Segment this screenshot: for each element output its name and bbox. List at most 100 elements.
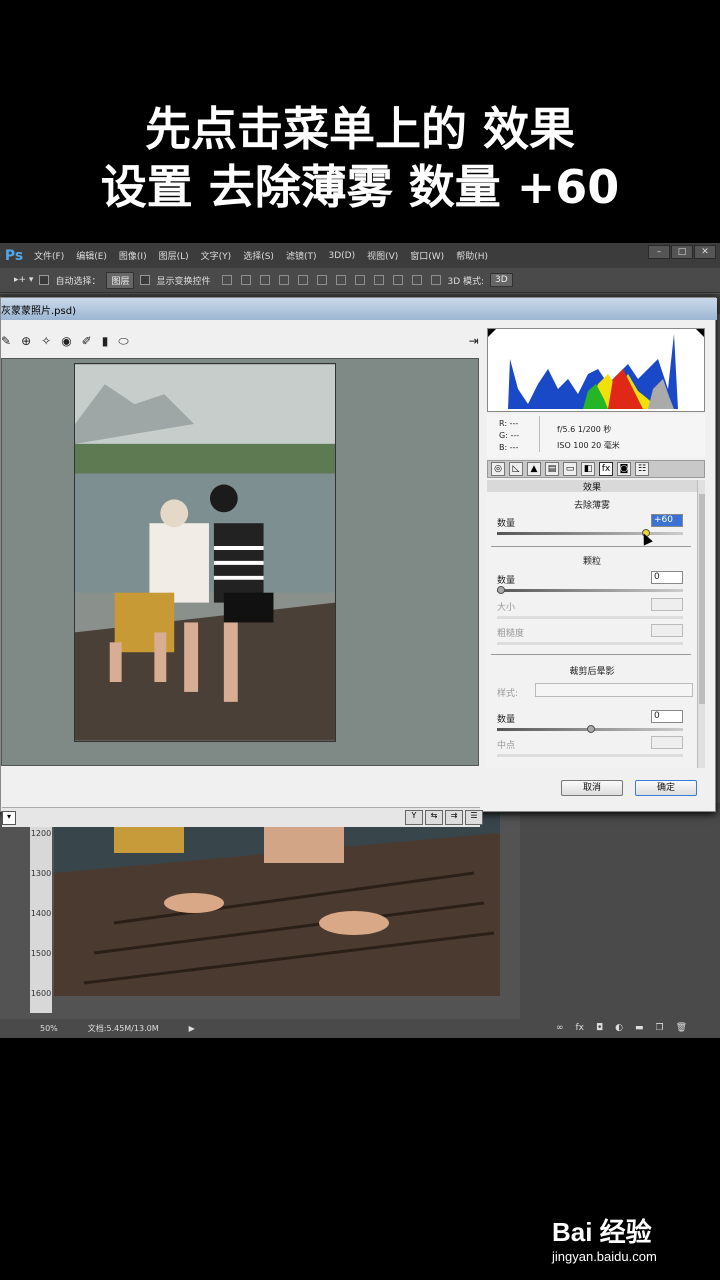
trash-icon[interactable]: 🗑: [676, 1023, 687, 1033]
vignette-slider-thumb[interactable]: [587, 725, 595, 733]
cancel-button[interactable]: 取消: [561, 780, 623, 796]
dehaze-title: 去除薄雾: [573, 501, 610, 511]
vignette-amount-input[interactable]: 0: [651, 710, 683, 723]
vignette-style-select[interactable]: [535, 683, 693, 697]
menu-help[interactable]: 帮助(H): [450, 249, 494, 262]
graduated-filter-icon[interactable]: ▮: [102, 334, 109, 348]
spot-removal-icon[interactable]: ✧: [41, 334, 51, 348]
align-middle-icon[interactable]: [241, 275, 252, 285]
toggle-view-icon[interactable]: ☰: [465, 810, 483, 825]
menu-edit[interactable]: 编辑(E): [70, 249, 113, 262]
detail-tab-icon[interactable]: ▲: [527, 462, 541, 476]
auto-select-checkbox[interactable]: [39, 275, 50, 285]
before-after-icon[interactable]: Y: [405, 810, 423, 825]
color-sampler-icon[interactable]: ✎: [1, 334, 11, 348]
link-icon[interactable]: ∞: [556, 1023, 564, 1033]
distribute-middle-icon[interactable]: [355, 275, 366, 285]
split-tone-tab-icon[interactable]: ▭: [563, 462, 577, 476]
vignette-mid-input: [651, 736, 683, 749]
zoom-select[interactable]: ▾: [2, 811, 16, 825]
zoom-level[interactable]: 50%: [40, 1024, 58, 1033]
info-divider: [539, 416, 540, 452]
menu-view[interactable]: 视图(V): [361, 249, 404, 262]
basic-tab-icon[interactable]: ◎: [491, 462, 505, 476]
menu-file[interactable]: 文件(F): [28, 249, 70, 262]
distribute-top-icon[interactable]: [336, 275, 347, 285]
camera-calibration-icon[interactable]: ◙: [617, 462, 631, 476]
swap-icon[interactable]: ⇆: [425, 810, 443, 825]
brush-icon[interactable]: ✐: [82, 334, 92, 348]
close-button[interactable]: ✕: [694, 245, 716, 259]
presets-tab-icon[interactable]: ☷: [635, 462, 649, 476]
menu-type[interactable]: 文字(Y): [195, 249, 238, 262]
ruler-label: 1400: [30, 908, 52, 918]
target-adjust-icon[interactable]: ⊕: [21, 334, 31, 348]
mode-3d-select[interactable]: 3D: [490, 273, 513, 287]
align-top-icon[interactable]: [222, 275, 233, 285]
vignette-style-label: 样式:: [497, 689, 519, 699]
dehaze-amount-label: 数量: [497, 519, 516, 529]
menu-image[interactable]: 图像(I): [113, 249, 153, 262]
radial-filter-icon[interactable]: ⬭: [118, 334, 128, 349]
menu-layer[interactable]: 图层(L): [153, 249, 195, 262]
grain-rough-input: [651, 624, 683, 637]
camera-info: R: --- G: --- B: --- f/5.6 1/200 秒 ISO 1…: [487, 414, 705, 458]
vignette-mid-slider: [497, 754, 683, 757]
fx-icon[interactable]: fx: [576, 1023, 585, 1033]
grain-amount-slider[interactable]: [497, 589, 683, 592]
menu-select[interactable]: 选择(S): [237, 249, 280, 262]
adjust-panel: R: --- G: --- B: --- f/5.6 1/200 秒 ISO 1…: [487, 328, 705, 768]
rgb-g: G: ---: [499, 431, 520, 440]
grain-size-label: 大小: [497, 603, 516, 613]
folder-icon[interactable]: ▬: [635, 1023, 644, 1033]
document-canvas[interactable]: [54, 813, 500, 996]
menu-filter[interactable]: 滤镜(T): [280, 249, 323, 262]
panel-scrollbar[interactable]: [697, 480, 705, 768]
align-center-icon[interactable]: [298, 275, 309, 285]
photoshop-window: Ps 文件(F) 编辑(E) 图像(I) 图层(L) 文字(Y) 选择(S) 滤…: [0, 243, 720, 1038]
doc-size: 文档:5.45M/13.0M: [87, 1024, 159, 1033]
menu-window[interactable]: 窗口(W): [404, 249, 450, 262]
dialog-title: 灰蒙蒙照片.psd): [1, 306, 76, 317]
open-preferences-icon[interactable]: ⇥: [469, 334, 479, 348]
vignette-amount-label: 数量: [497, 715, 516, 725]
layer-select[interactable]: 图层: [106, 271, 135, 289]
dialog-title-bar: 灰蒙蒙照片.psd): [1, 298, 717, 320]
distribute-bottom-icon[interactable]: [374, 275, 385, 285]
lens-tab-icon[interactable]: ◧: [581, 462, 595, 476]
red-eye-icon[interactable]: ◉: [61, 334, 71, 348]
maximize-button[interactable]: □: [671, 245, 693, 259]
curve-tab-icon[interactable]: ◺: [509, 462, 523, 476]
mask-icon[interactable]: ◘: [596, 1023, 603, 1033]
align-bottom-icon[interactable]: [260, 275, 271, 285]
new-layer-icon[interactable]: ❐: [656, 1023, 664, 1033]
distribute-left-icon[interactable]: [393, 275, 404, 285]
layers-panel: [520, 803, 720, 1038]
minimize-button[interactable]: –: [648, 245, 670, 259]
copy-settings-icon[interactable]: ⇉: [445, 810, 463, 825]
move-tool-icon[interactable]: ▸+ ▾: [14, 275, 33, 285]
grain-slider-thumb[interactable]: [497, 586, 505, 594]
dialog-toolbar: ✎ ⊕ ✧ ◉ ✐ ▮ ⬭ ⇥: [1, 328, 481, 354]
align-left-icon[interactable]: [279, 275, 290, 285]
ruler-label: 1600: [30, 988, 52, 998]
ok-button[interactable]: 确定: [635, 780, 697, 796]
status-arrow-icon[interactable]: ▶: [189, 1024, 195, 1033]
grain-amount-input[interactable]: 0: [651, 571, 683, 584]
canvas-photo: [54, 813, 500, 996]
align-right-icon[interactable]: [317, 275, 328, 285]
distribute-right-icon[interactable]: [431, 275, 442, 285]
hsl-tab-icon[interactable]: ▤: [545, 462, 559, 476]
dehaze-amount-input[interactable]: +60: [651, 514, 683, 527]
show-transform-checkbox[interactable]: [140, 275, 151, 285]
caption: 先点击菜单上的 效果 设置 去除薄雾 数量 +60: [0, 100, 720, 216]
dehaze-amount-slider[interactable]: [497, 532, 683, 535]
menu-3d[interactable]: 3D(D): [322, 251, 361, 261]
vignette-amount-row: 数量 0: [497, 710, 683, 738]
distribute-center-icon[interactable]: [412, 275, 423, 285]
fx-tab-icon[interactable]: fx: [599, 462, 613, 476]
scrollbar-thumb[interactable]: [699, 494, 705, 704]
divider: [491, 546, 691, 547]
adjustment-icon[interactable]: ◐: [615, 1023, 623, 1033]
exif-iso: ISO 100 20 毫米: [557, 441, 620, 450]
